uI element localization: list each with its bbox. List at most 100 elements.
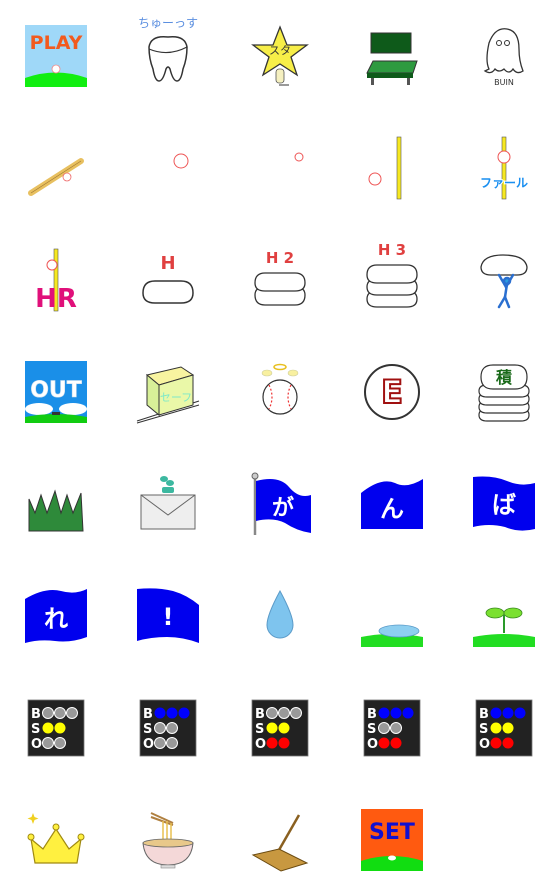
sticker-safe[interactable]: セーフ bbox=[112, 336, 224, 448]
sticker-angel-ball[interactable] bbox=[224, 336, 336, 448]
sticker-tooth[interactable]: ちゅーっす bbox=[112, 0, 224, 112]
count-lamp-b bbox=[402, 707, 414, 719]
sticker-hit2[interactable]: H 2 bbox=[224, 224, 336, 336]
sticker-flag-ga[interactable]: が bbox=[224, 448, 336, 560]
sticker-ball-far[interactable] bbox=[224, 112, 336, 224]
count-lamp-o bbox=[278, 737, 290, 749]
scoreboard-label-s: S bbox=[479, 722, 488, 737]
hit-text: H bbox=[160, 253, 175, 274]
sticker-flag-ba[interactable]: ば bbox=[448, 448, 560, 560]
scoreboard-icon: BSO bbox=[363, 699, 421, 757]
star-text: スタ bbox=[269, 44, 291, 57]
flag-text: ば bbox=[492, 491, 516, 519]
scoreboard-label-b: B bbox=[31, 707, 41, 722]
scoreboard-label-b: B bbox=[479, 707, 489, 722]
sticker-bench[interactable] bbox=[336, 0, 448, 112]
count-lamp-s bbox=[166, 722, 178, 734]
count-lamp-o bbox=[154, 737, 166, 749]
foul-text: ファール bbox=[480, 176, 528, 190]
count-lamp-s bbox=[490, 722, 502, 734]
sticker-stack[interactable]: 積 bbox=[448, 336, 560, 448]
count-lamp-o bbox=[42, 737, 54, 749]
scoreboard-label-s: S bbox=[143, 722, 152, 737]
sticker-homerun[interactable]: HR bbox=[0, 224, 112, 336]
count-lamp-b bbox=[154, 707, 166, 719]
flag-text: れ bbox=[44, 605, 68, 633]
sticker-base-carry[interactable] bbox=[448, 224, 560, 336]
sticker-grid: PLAY ちゅーっす スタ BUIN ファール HR H H 2 H 3 OUT… bbox=[0, 0, 560, 896]
sprout-icon bbox=[162, 487, 174, 493]
set-text: SET bbox=[369, 820, 415, 845]
sticker-star[interactable]: スタ bbox=[224, 0, 336, 112]
sticker-scoreboard[interactable]: BSO bbox=[224, 672, 336, 784]
sticker-ball-near[interactable] bbox=[112, 112, 224, 224]
sticker-flag-n[interactable]: ん bbox=[336, 448, 448, 560]
scoreboard-label-o: O bbox=[255, 737, 266, 752]
count-lamp-b bbox=[54, 707, 66, 719]
water-drop-icon bbox=[266, 589, 294, 639]
sticker-sprout[interactable] bbox=[448, 560, 560, 672]
sticker-scoreboard[interactable]: BSO bbox=[0, 672, 112, 784]
puddle-icon bbox=[378, 624, 420, 638]
buin-text: BUIN bbox=[494, 78, 514, 87]
sticker-play[interactable]: PLAY bbox=[0, 0, 112, 112]
scoreboard-label-s: S bbox=[255, 722, 264, 737]
sprout-icon bbox=[503, 607, 523, 619]
count-lamp-b bbox=[502, 707, 514, 719]
ghost-icon bbox=[483, 28, 524, 74]
chuussu-text: ちゅーっす bbox=[138, 16, 198, 30]
flag-text: が bbox=[272, 495, 294, 521]
sticker-ramen[interactable] bbox=[112, 784, 224, 896]
sticker-hit1[interactable]: H bbox=[112, 224, 224, 336]
count-lamp-s bbox=[54, 722, 66, 734]
baseball-icon bbox=[62, 172, 72, 182]
scoreboard-label-o: O bbox=[367, 737, 378, 752]
out-text: OUT bbox=[30, 378, 82, 403]
sticker-hit3[interactable]: H 3 bbox=[336, 224, 448, 336]
baseball-icon bbox=[173, 153, 189, 169]
stack-text: 積 bbox=[495, 368, 513, 387]
hit2-text: H 2 bbox=[266, 249, 294, 267]
halo-icon bbox=[273, 363, 287, 371]
empty-cell bbox=[448, 784, 560, 896]
sticker-rake[interactable] bbox=[224, 784, 336, 896]
baseball-icon bbox=[46, 259, 58, 271]
scoreboard-label-s: S bbox=[31, 722, 40, 737]
sticker-drop[interactable] bbox=[224, 560, 336, 672]
scoreboard-label-o: O bbox=[479, 737, 490, 752]
base-icon bbox=[480, 254, 528, 276]
count-lamp-b bbox=[378, 707, 390, 719]
sticker-set[interactable]: SET bbox=[336, 784, 448, 896]
safe-text: セーフ bbox=[160, 391, 192, 404]
count-lamp-o bbox=[390, 737, 402, 749]
count-lamp-s bbox=[278, 722, 290, 734]
sticker-envelope[interactable] bbox=[112, 448, 224, 560]
count-lamp-o bbox=[166, 737, 178, 749]
hr-text: HR bbox=[35, 284, 77, 314]
sticker-ghost[interactable]: BUIN bbox=[448, 0, 560, 112]
sticker-crown[interactable] bbox=[0, 784, 112, 896]
count-lamp-o bbox=[490, 737, 502, 749]
sticker-flag-excl[interactable]: ! bbox=[112, 560, 224, 672]
baseball-icon bbox=[497, 150, 511, 164]
sticker-flag-re[interactable]: れ bbox=[0, 560, 112, 672]
scoreboard-icon: BSO bbox=[139, 699, 197, 757]
sticker-bat[interactable] bbox=[0, 112, 112, 224]
sticker-scoreboard[interactable]: BSO bbox=[448, 672, 560, 784]
flag-text: ! bbox=[163, 603, 174, 631]
count-lamp-o bbox=[54, 737, 66, 749]
sticker-puddle[interactable] bbox=[336, 560, 448, 672]
error-text: E bbox=[381, 373, 403, 411]
count-lamp-b bbox=[290, 707, 302, 719]
sticker-out[interactable]: OUT bbox=[0, 336, 112, 448]
sticker-grass[interactable] bbox=[0, 448, 112, 560]
sticker-foul[interactable]: ファール bbox=[448, 112, 560, 224]
flag-text: ん bbox=[380, 495, 404, 523]
sticker-scoreboard[interactable]: BSO bbox=[336, 672, 448, 784]
sticker-scoreboard[interactable]: BSO bbox=[112, 672, 224, 784]
sticker-pole-ball[interactable] bbox=[336, 112, 448, 224]
baseball-icon bbox=[262, 379, 298, 415]
count-lamp-b bbox=[266, 707, 278, 719]
sticker-error[interactable]: E bbox=[336, 336, 448, 448]
play-text: PLAY bbox=[30, 32, 83, 54]
